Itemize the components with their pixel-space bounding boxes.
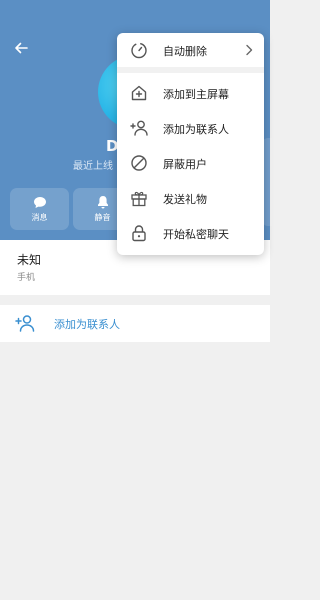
mute-button-label: 静音 [94,213,111,222]
bell-icon [97,196,108,209]
last-seen-status: 最近上线 [73,161,113,172]
menu-item-label: 添加到主屏幕 [163,88,229,101]
menu-item-add-to-home[interactable]: 添加到主屏幕 [117,76,264,110]
phone-label: 手机 [17,273,36,283]
menu-item-label: 开始私密聊天 [163,228,229,241]
back-button[interactable] [10,38,32,58]
back-arrow-icon [15,42,28,54]
message-icon [33,196,46,208]
gift-icon [131,191,147,207]
menu-item-block-user[interactable]: 屏蔽用户 [117,146,264,180]
message-button-label: 消息 [31,212,48,222]
menu-item-auto-delete[interactable]: 自动删除 [117,33,264,67]
add-user-icon [130,120,148,136]
menu-separator [117,67,264,73]
chevron-right-icon [246,44,253,56]
overflow-menu: 自动删除 添加到主屏幕 添加为联系人 屏蔽用户 发送礼物 开始私密聊天 [117,33,264,255]
block-icon [131,155,147,171]
phone-value: 未知 [17,253,42,267]
menu-item-send-gift[interactable]: 发送礼物 [117,181,264,215]
menu-item-label: 发送礼物 [163,193,207,206]
add-contact-label: 添加为联系人 [54,318,120,331]
menu-item-label: 自动删除 [163,45,207,58]
add-home-icon [131,85,147,101]
menu-item-label: 添加为联系人 [163,123,229,136]
menu-item-label: 屏蔽用户 [163,158,207,171]
lock-icon [132,225,146,242]
message-button[interactable]: 消息 [10,188,69,230]
timer-icon [131,42,147,59]
menu-item-add-contact[interactable]: 添加为联系人 [117,111,264,145]
menu-item-secret-chat[interactable]: 开始私密聊天 [117,216,264,250]
add-contact-row[interactable]: 添加为联系人 [0,305,270,342]
add-user-icon [15,315,35,332]
